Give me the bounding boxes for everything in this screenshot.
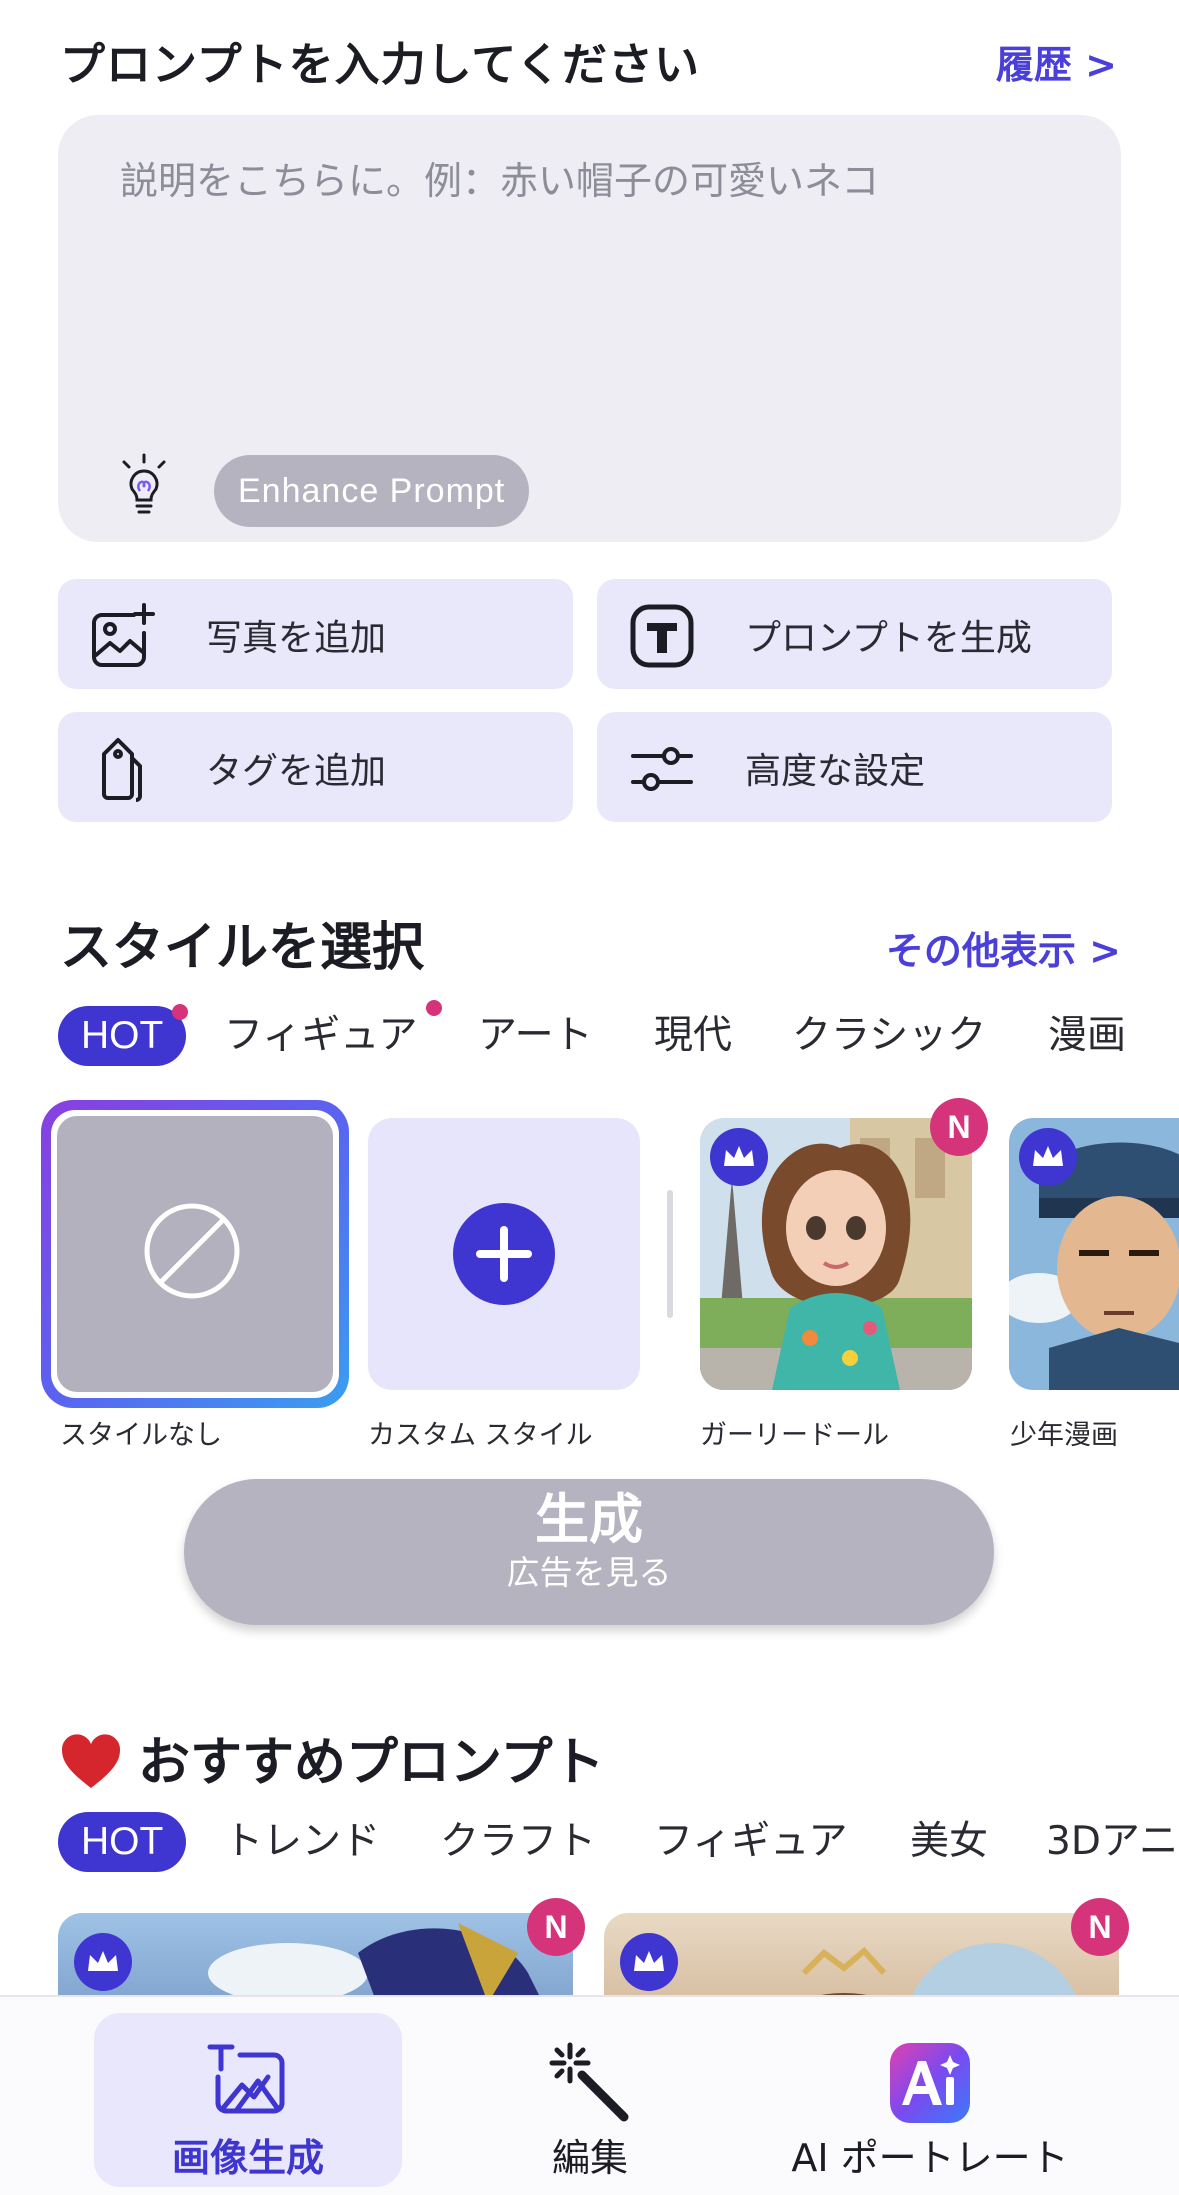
- premium-crown-icon: [710, 1128, 768, 1186]
- advanced-settings-label: 高度な設定: [745, 751, 926, 792]
- style-card-shonen-manga[interactable]: [1009, 1118, 1179, 1390]
- magic-wand-icon: [549, 2042, 629, 2122]
- show-more-link[interactable]: その他表示 >: [886, 920, 1121, 975]
- style-caption: ガーリードール: [700, 1420, 889, 1451]
- tab-manga[interactable]: 漫画: [1048, 1006, 1126, 1066]
- scroll-divider: [667, 1190, 673, 1318]
- rec-tab-trend[interactable]: トレンド: [224, 1812, 380, 1872]
- page-title: プロンプトを入力してください: [60, 38, 700, 91]
- nav-label: AI ポートレート: [791, 2136, 1069, 2180]
- sliders-icon: [631, 747, 693, 791]
- style-caption: 少年漫画: [1010, 1420, 1118, 1451]
- style-tabs: HOT フィギュア アート 現代 クラシック 漫画: [58, 1000, 1179, 1066]
- style-card-custom[interactable]: [368, 1118, 640, 1390]
- no-style-icon: [144, 1203, 240, 1299]
- nav-label: 画像生成: [171, 2136, 324, 2180]
- premium-crown-icon: [74, 1933, 132, 1991]
- bottom-nav: 画像生成 編集 AI ポートレート: [0, 1995, 1179, 2195]
- heart-icon: [61, 1734, 121, 1788]
- tab-figure[interactable]: フィギュア: [224, 1006, 417, 1066]
- text-t-icon: [630, 604, 694, 668]
- generate-prompt-button[interactable]: プロンプトを生成: [597, 579, 1112, 689]
- style-card-girly-doll[interactable]: [700, 1118, 972, 1390]
- recommend-section-title: おすすめプロンプト: [60, 1720, 604, 1795]
- nav-label: 編集: [551, 2136, 628, 2180]
- prompt-input[interactable]: [120, 159, 1060, 203]
- enhance-prompt-button[interactable]: Enhance Prompt: [214, 455, 530, 527]
- premium-crown-icon: [1019, 1128, 1077, 1186]
- advanced-settings-button[interactable]: 高度な設定: [597, 712, 1112, 822]
- rec-tab-hot[interactable]: HOT: [58, 1812, 187, 1872]
- nav-edit[interactable]: 編集: [440, 2013, 740, 2187]
- generate-button[interactable]: 生成 広告を見る: [184, 1479, 994, 1625]
- tab-classic[interactable]: クラシック: [792, 1006, 986, 1066]
- premium-crown-icon: [620, 1933, 678, 1991]
- add-photo-icon: [92, 603, 155, 667]
- tab-modern[interactable]: 現代: [654, 1006, 732, 1066]
- new-dot: [172, 1004, 188, 1020]
- style-caption: カスタム スタイル: [368, 1420, 593, 1451]
- style-section-title: スタイルを選択: [60, 918, 425, 978]
- nav-image-generate[interactable]: 画像生成: [94, 2013, 402, 2187]
- ai-portrait-icon: [890, 2043, 970, 2123]
- tag-icon: [102, 738, 142, 802]
- add-tag-label: タグを追加: [206, 751, 387, 792]
- prompt-box[interactable]: Enhance Prompt: [58, 115, 1121, 542]
- plus-icon: [453, 1203, 555, 1305]
- watch-ad-label: 広告を見る: [506, 1553, 672, 1592]
- style-caption: スタイルなし: [60, 1420, 222, 1451]
- history-link[interactable]: 履歴 >: [996, 34, 1117, 89]
- generate-prompt-label: プロンプトを生成: [745, 618, 1032, 659]
- new-dot: [426, 1000, 442, 1016]
- lightbulb-icon[interactable]: [116, 453, 172, 521]
- add-tag-button[interactable]: タグを追加: [58, 712, 573, 822]
- nav-ai-portrait[interactable]: AI ポートレート: [770, 2013, 1090, 2187]
- add-photo-label: 写真を追加: [206, 618, 387, 659]
- tab-art[interactable]: アート: [478, 1006, 593, 1066]
- generate-label: 生成: [535, 1488, 643, 1551]
- new-badge: N: [527, 1898, 585, 1956]
- add-photo-button[interactable]: 写真を追加: [58, 579, 573, 689]
- rec-tab-craft[interactable]: クラフト: [440, 1812, 596, 1872]
- rec-tab-figure[interactable]: フィギュア: [654, 1812, 847, 1872]
- recommend-title-text: おすすめプロンプト: [138, 1733, 605, 1793]
- new-badge: N: [930, 1098, 988, 1156]
- rec-tab-3d-anime[interactable]: 3Dアニ: [1046, 1812, 1178, 1872]
- style-card-none[interactable]: [41, 1100, 349, 1408]
- recommend-tabs: HOT トレンド クラフト フィギュア 美女 3Dアニ: [58, 1812, 1179, 1872]
- image-generate-icon: [207, 2044, 285, 2114]
- new-badge: N: [1071, 1898, 1129, 1956]
- rec-tab-beauty[interactable]: 美女: [910, 1812, 988, 1872]
- tab-hot[interactable]: HOT: [58, 1006, 187, 1066]
